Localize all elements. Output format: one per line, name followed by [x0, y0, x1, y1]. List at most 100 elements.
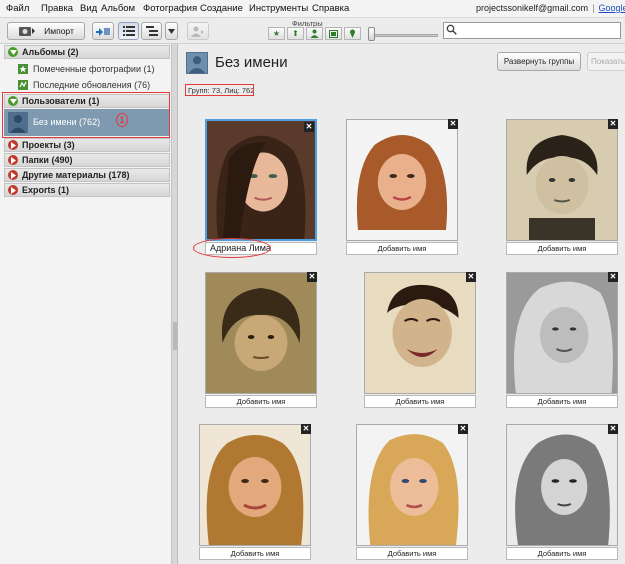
face-photo[interactable]	[356, 424, 468, 546]
account-email[interactable]: projectssonikelf@gmail.com	[476, 3, 588, 13]
sidebar-section-other[interactable]: Другие материалы (178)	[4, 168, 170, 182]
splitter-grip[interactable]	[173, 322, 177, 350]
menu-help[interactable]: Справка	[312, 3, 349, 14]
tree-view-button[interactable]	[141, 22, 162, 40]
person-filter-icon	[310, 29, 319, 38]
group-avatar	[186, 52, 208, 74]
close-icon[interactable]: ✕	[466, 272, 476, 282]
face-thumbnail	[365, 273, 475, 393]
sidebar-section-folders[interactable]: Папки (490)	[4, 153, 170, 167]
person-filter-button[interactable]	[306, 27, 323, 40]
import-button[interactable]: Импорт	[7, 22, 85, 40]
account-area: projectssonikelf@gmail.com | Google+ Фо	[476, 3, 625, 13]
face-thumbnail	[200, 425, 310, 545]
star-filter-button[interactable]: ★	[268, 27, 285, 40]
geo-filter-icon	[350, 29, 355, 38]
sidebar-section-albums[interactable]: Альбомы (2)	[4, 45, 170, 59]
close-icon[interactable]: ✕	[608, 424, 618, 434]
upload-icon	[96, 27, 110, 36]
zoom-slider-handle[interactable]	[368, 27, 375, 41]
zoom-slider-track[interactable]	[372, 34, 438, 37]
add-name-input[interactable]: Добавить имя	[346, 242, 458, 255]
collapsed-arrow-icon	[8, 170, 18, 180]
person-icon	[191, 26, 204, 37]
close-icon[interactable]: ✕	[458, 424, 468, 434]
close-icon[interactable]: ✕	[304, 122, 314, 132]
face-card[interactable]: Добавить имя ✕	[346, 119, 458, 255]
close-icon[interactable]: ✕	[301, 424, 311, 434]
view-dropdown-button[interactable]	[165, 22, 178, 40]
add-name-input[interactable]: Добавить имя	[506, 547, 618, 560]
search-input[interactable]	[443, 22, 621, 39]
face-photo[interactable]	[506, 272, 618, 394]
upload-button[interactable]	[92, 22, 114, 40]
face-card[interactable]: Добавить имя ✕	[506, 272, 618, 408]
menu-file[interactable]: Файл	[6, 3, 29, 14]
filter-buttons: ★ ⬆	[268, 27, 361, 40]
face-photo[interactable]	[506, 424, 618, 546]
face-card[interactable]: Добавить имя ✕	[199, 424, 311, 560]
upload-filter-button[interactable]: ⬆	[287, 27, 304, 40]
person-silhouette-icon	[188, 56, 206, 73]
menu-tools[interactable]: Инструменты	[249, 3, 308, 14]
section-label: Альбомы (2)	[22, 47, 79, 57]
face-card[interactable]: Добавить имя ✕	[506, 119, 618, 255]
menu-album[interactable]: Альбом	[101, 3, 135, 14]
face-thumbnail	[206, 273, 316, 393]
menu-create[interactable]: Создание	[200, 3, 243, 14]
face-photo[interactable]	[346, 119, 458, 241]
sidebar-section-exports[interactable]: Exports (1)	[4, 183, 170, 197]
close-icon[interactable]: ✕	[448, 119, 458, 129]
face-card[interactable]: Добавить имя ✕	[205, 272, 317, 408]
tree-view-icon	[145, 26, 158, 36]
google-plus-link[interactable]: Google+ Фо	[599, 3, 625, 13]
faces-panel: Без имени Групп: 73, Лиц: 762 Развернуть…	[178, 44, 625, 564]
face-card[interactable]: Добавить имя ✕	[356, 424, 468, 560]
menu-photo[interactable]: Фотография	[143, 3, 197, 14]
add-name-input[interactable]: Добавить имя	[199, 547, 311, 560]
section-label: Проекты (3)	[22, 140, 75, 150]
video-filter-button[interactable]	[325, 27, 342, 40]
menu-bar: Файл Правка Вид Альбом Фотография Создан…	[0, 0, 625, 18]
list-view-icon	[122, 26, 135, 36]
close-icon[interactable]: ✕	[307, 272, 317, 282]
face-photo[interactable]	[199, 424, 311, 546]
section-label: Папки (490)	[22, 155, 73, 165]
add-name-input[interactable]: Добавить имя	[205, 395, 317, 408]
search-icon	[446, 24, 457, 35]
video-filter-icon	[329, 29, 338, 38]
face-photo[interactable]	[205, 272, 317, 394]
add-name-input[interactable]: Добавить имя	[506, 395, 618, 408]
face-card[interactable]: Адриана Лима ✕	[193, 119, 317, 258]
starred-album-icon	[18, 64, 28, 74]
show-button[interactable]: Показать	[587, 52, 625, 71]
add-name-input[interactable]: Добавить имя	[506, 242, 618, 255]
section-label: Exports (1)	[22, 185, 70, 195]
collapsed-arrow-icon	[8, 185, 18, 195]
expand-groups-button[interactable]: Развернуть группы	[497, 52, 581, 71]
close-icon[interactable]: ✕	[608, 119, 618, 129]
close-icon[interactable]: ✕	[608, 272, 618, 282]
sidebar: Альбомы (2) Помеченные фотографии (1) По…	[0, 44, 172, 564]
list-view-button[interactable]	[118, 22, 139, 40]
recent-album-icon	[18, 80, 28, 90]
face-thumbnail	[507, 120, 617, 240]
face-photo[interactable]	[364, 272, 476, 394]
sidebar-item-recent[interactable]: Последние обновления (76)	[18, 78, 150, 92]
add-name-input[interactable]: Добавить имя	[356, 547, 468, 560]
annotation-highlight-box	[185, 84, 254, 96]
face-thumbnail	[207, 121, 315, 239]
face-thumbnail	[507, 425, 617, 545]
people-button[interactable]	[187, 22, 209, 40]
menu-view[interactable]: Вид	[80, 3, 97, 14]
face-photo[interactable]	[205, 119, 317, 241]
face-card[interactable]: Добавить имя ✕	[364, 272, 476, 408]
geo-filter-button[interactable]	[344, 27, 361, 40]
add-name-input[interactable]: Добавить имя	[364, 395, 476, 408]
face-card[interactable]: Добавить имя ✕	[506, 424, 618, 560]
sidebar-item-starred[interactable]: Помеченные фотографии (1)	[18, 62, 154, 76]
sidebar-section-projects[interactable]: Проекты (3)	[4, 138, 170, 152]
menu-edit[interactable]: Правка	[41, 3, 73, 14]
face-photo[interactable]	[506, 119, 618, 241]
collapsed-arrow-icon	[8, 155, 18, 165]
